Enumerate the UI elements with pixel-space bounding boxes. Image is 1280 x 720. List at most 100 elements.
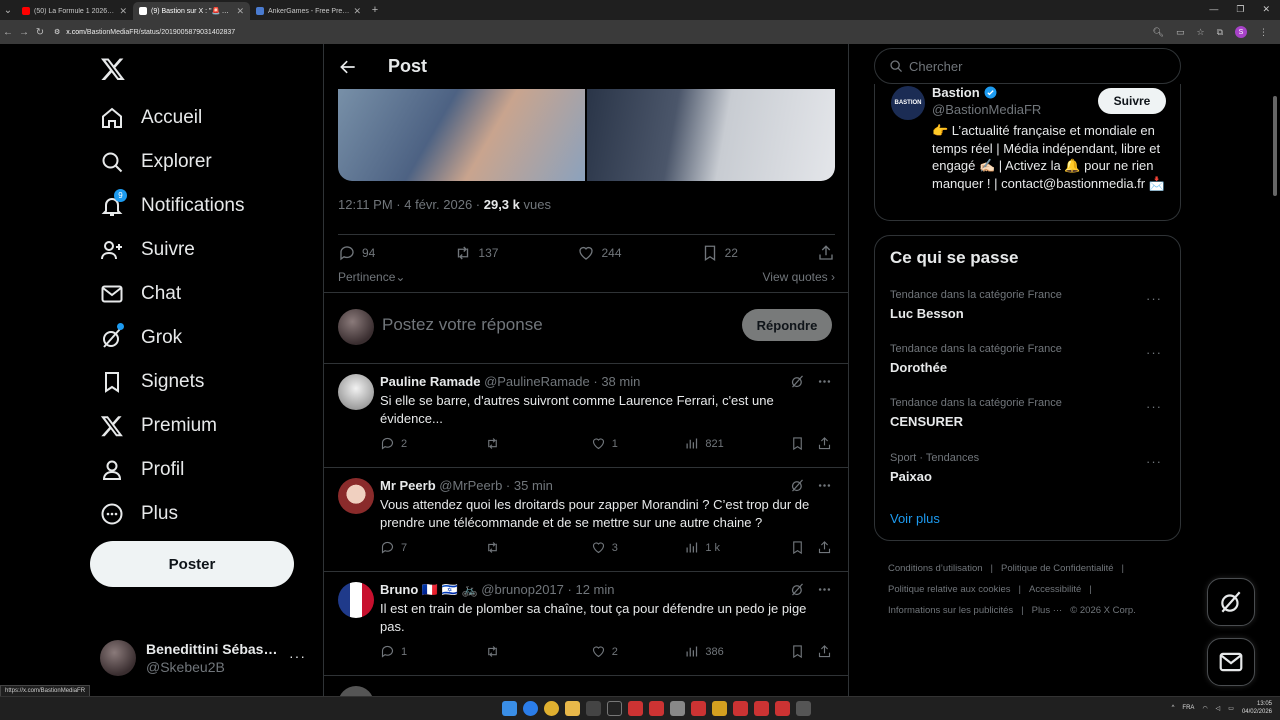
close-tab-icon[interactable]: ✕: [119, 6, 127, 17]
nav-item-premium[interactable]: Premium: [90, 404, 310, 448]
reload-icon[interactable]: ↻: [32, 27, 48, 38]
footer-link-privacy[interactable]: Politique de Confidentialité: [1001, 563, 1114, 574]
app-icon[interactable]: [796, 701, 811, 716]
zoom-icon[interactable]: 🔍︎: [1153, 27, 1164, 38]
more-horizontal-icon[interactable]: ···: [1146, 454, 1162, 469]
post-image-1[interactable]: [338, 89, 585, 181]
nav-item-grok[interactable]: Grok: [90, 316, 310, 360]
bookmark-action[interactable]: [790, 540, 817, 555]
app-icon[interactable]: [628, 701, 643, 716]
avatar[interactable]: [338, 686, 374, 696]
reply-action[interactable]: 94: [338, 244, 375, 262]
page-scrollbar[interactable]: [1272, 48, 1278, 696]
back-icon[interactable]: ←: [0, 27, 16, 38]
edge-browser-icon[interactable]: [523, 701, 538, 716]
nav-item-bookmarks[interactable]: Signets: [90, 360, 310, 404]
chrome-browser-icon[interactable]: [544, 701, 559, 716]
reply-time[interactable]: 12 min: [575, 582, 614, 597]
like-action[interactable]: 3: [591, 540, 685, 555]
footer-link-accessibility[interactable]: Accessibilité: [1029, 584, 1081, 595]
reply-item[interactable]: Bruno 🇫🇷 🇮🇱 🚲 @brunop2017 · 12 min Il es…: [324, 572, 848, 676]
repost-action[interactable]: 137: [454, 244, 498, 262]
author-handle[interactable]: @brunop2017: [481, 582, 564, 597]
more-horizontal-icon[interactable]: [817, 582, 832, 597]
search-input[interactable]: Chercher: [874, 48, 1181, 84]
star-icon[interactable]: ☆: [1196, 27, 1204, 38]
reply-input[interactable]: Postez votre réponse: [382, 315, 543, 335]
author-name[interactable]: Mr Peerb: [380, 478, 436, 493]
account-switcher[interactable]: Benedittini Sébastien @Skebeu2B ···: [100, 638, 310, 678]
grok-floating-button[interactable]: [1207, 578, 1255, 626]
views-action[interactable]: 386: [684, 644, 789, 659]
footer-link-terms[interactable]: Conditions d’utilisation: [888, 563, 983, 574]
app-icon[interactable]: [649, 701, 664, 716]
browser-tab-3[interactable]: AnkerGames - Free Pre-installe ✕: [250, 2, 367, 20]
grok-icon[interactable]: [790, 478, 805, 493]
profile-name[interactable]: Bastion: [932, 85, 997, 100]
language-indicator[interactable]: FRA: [1182, 705, 1194, 711]
sort-dropdown[interactable]: Pertinence⌄: [338, 270, 405, 284]
restore-icon[interactable]: ❐: [1236, 4, 1244, 15]
views-action[interactable]: 821: [684, 436, 789, 451]
app-icon[interactable]: [712, 701, 727, 716]
more-horizontal-icon[interactable]: [817, 374, 832, 389]
minimize-icon[interactable]: —: [1209, 4, 1218, 15]
author-name[interactable]: Pauline Ramade: [380, 374, 480, 389]
app-icon[interactable]: [670, 701, 685, 716]
site-info-icon[interactable]: ⚙: [54, 28, 60, 36]
post-timestamp[interactable]: 12:11 PM · 4 févr. 2026 ·: [338, 197, 484, 212]
trend-item[interactable]: Tendance dans la catégorie France CENSUR…: [890, 397, 1170, 429]
nav-item-explore[interactable]: Explorer: [90, 140, 310, 184]
footer-link-more[interactable]: Plus ···: [1032, 605, 1063, 616]
bookmark-action[interactable]: [790, 436, 817, 451]
reply-time[interactable]: 35 min: [514, 478, 553, 493]
reply-item[interactable]: Mr Peerb @MrPeerb · 35 min Vous attendez…: [324, 468, 848, 572]
share-action[interactable]: [817, 436, 832, 451]
reply-item[interactable]: Pauline Ramade @PaulineRamade · 38 min S…: [324, 364, 848, 468]
reply-time[interactable]: 38 min: [601, 374, 640, 389]
forward-icon[interactable]: →: [16, 27, 32, 38]
avatar[interactable]: [338, 582, 374, 618]
share-action[interactable]: [817, 644, 832, 659]
nav-item-profile[interactable]: Profil: [90, 448, 310, 492]
footer-link-cookies[interactable]: Politique relative aux cookies: [888, 584, 1011, 595]
grok-icon[interactable]: [790, 582, 805, 597]
like-action[interactable]: 2: [591, 644, 685, 659]
wifi-icon[interactable]: ◠: [1202, 705, 1207, 712]
new-tab-button[interactable]: +: [367, 4, 383, 16]
more-horizontal-icon[interactable]: ···: [1146, 399, 1162, 414]
post-media[interactable]: [338, 89, 835, 181]
profile-handle[interactable]: @BastionMediaFR: [932, 102, 1041, 117]
author-handle[interactable]: @PaulineRamade: [484, 374, 590, 389]
x-logo-icon[interactable]: [100, 56, 126, 82]
browser-menu-icon[interactable]: ⋮: [1259, 27, 1268, 38]
trend-item[interactable]: Sport · Tendances Paixao ···: [890, 452, 1170, 484]
trend-item[interactable]: Tendance dans la catégorie France Luc Be…: [890, 289, 1170, 321]
nav-item-notifications[interactable]: 9 Notifications: [90, 184, 310, 228]
start-menu-icon[interactable]: [502, 701, 517, 716]
repost-action[interactable]: [485, 436, 590, 451]
messages-floating-button[interactable]: [1207, 638, 1255, 686]
close-tab-icon[interactable]: ✕: [236, 6, 244, 17]
reply-button[interactable]: Répondre: [742, 309, 832, 341]
grok-icon[interactable]: [790, 374, 805, 389]
app-icon[interactable]: [775, 701, 790, 716]
author-handle[interactable]: @MrPeerb: [439, 478, 502, 493]
share-action[interactable]: [817, 540, 832, 555]
more-horizontal-icon[interactable]: ···: [1146, 345, 1162, 360]
browser-tab-1[interactable]: (50) La Formule 1 2026 dévoile ✕: [16, 2, 133, 20]
like-action[interactable]: 1: [591, 436, 685, 451]
close-tab-icon[interactable]: ✕: [353, 6, 361, 17]
nav-item-more[interactable]: Plus: [90, 492, 310, 536]
repost-action[interactable]: [485, 540, 590, 555]
see-more-link[interactable]: Voir plus: [890, 511, 940, 526]
bookmark-action[interactable]: 22: [701, 244, 738, 262]
cast-icon[interactable]: ▭: [1176, 27, 1185, 38]
clock[interactable]: 13:05 04/02/2026: [1242, 700, 1272, 716]
nav-item-home[interactable]: Accueil: [90, 96, 310, 140]
post-image-2[interactable]: [587, 89, 835, 181]
back-arrow-icon[interactable]: [338, 57, 358, 77]
bookmark-action[interactable]: [790, 644, 817, 659]
avatar[interactable]: [338, 374, 374, 410]
avatar[interactable]: [338, 478, 374, 514]
